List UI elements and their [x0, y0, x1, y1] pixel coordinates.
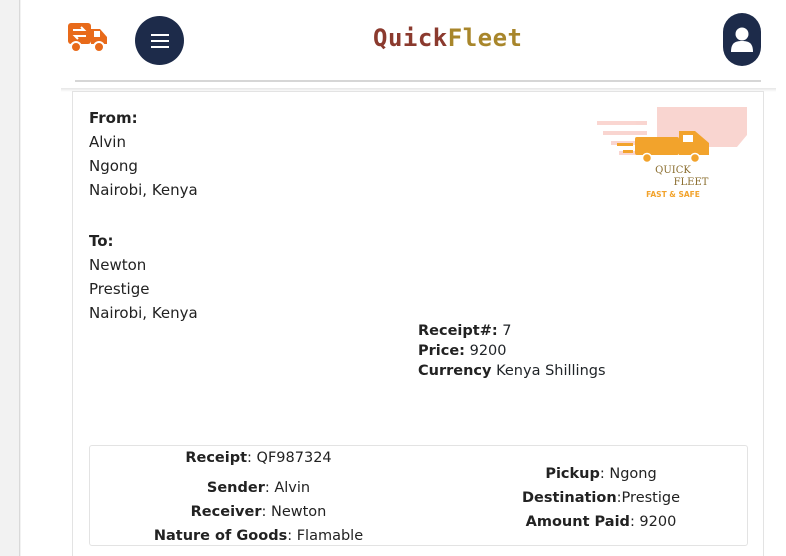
summary-amount-row: Amount Paid: 9200: [490, 510, 712, 534]
summary-pickup-row: Pickup: Ngong: [490, 462, 712, 486]
summary-destination-value: :Prestige: [616, 490, 681, 506]
price-label: Price:: [418, 343, 465, 359]
summary-receiver-value: : Newton: [261, 504, 327, 520]
price-row: Price: 9200: [418, 341, 606, 361]
summary-right-column: Pickup: Ngong Destination:Prestige Amoun…: [490, 462, 712, 534]
quickfleet-watermark-logo: QUICK FLEET FAST & SAFE: [597, 107, 747, 199]
currency-value: Kenya Shillings: [496, 363, 606, 379]
summary-pickup-label: Pickup: [545, 466, 600, 482]
receipt-meta: Receipt#: 7 Price: 9200 Currency Kenya S…: [418, 321, 606, 381]
navbar: QuickFleet: [21, 0, 786, 82]
from-city: Nairobi, Kenya: [89, 181, 198, 199]
watermark-line2: FLEET: [674, 177, 709, 188]
summary-destination-row: Destination:Prestige: [490, 486, 712, 510]
summary-goods-label: Nature of Goods: [153, 528, 288, 544]
user-profile-button[interactable]: [723, 13, 761, 66]
left-rail: [0, 0, 20, 556]
summary-receiver-row: Receiver: Newton: [90, 500, 427, 524]
watermark-line1: QUICK: [655, 165, 691, 176]
receipt-number-label: Receipt#:: [418, 323, 498, 339]
summary-sender-row: Sender: Alvin: [90, 476, 427, 500]
currency-row: Currency Kenya Shillings: [418, 361, 606, 381]
summary-receipt-value: : QF987324: [247, 450, 332, 466]
sender-address-block: From: Alvin Ngong Nairobi, Kenya: [89, 106, 198, 202]
summary-destination-label: Destination: [521, 490, 617, 506]
summary-receiver-label: Receiver: [190, 504, 262, 520]
summary-amount-label: Amount Paid: [525, 514, 630, 530]
summary-goods-row: Nature of Goods: Flamable: [90, 524, 427, 548]
to-city: Nairobi, Kenya: [89, 304, 198, 322]
to-label: To:: [89, 232, 114, 250]
summary-receipt-row: Receipt: QF987324: [90, 446, 427, 470]
hamburger-menu-icon: [150, 33, 169, 48]
recipient-address-block: To: Newton Prestige Nairobi, Kenya: [89, 229, 198, 325]
receipt-number-value: 7: [502, 323, 512, 339]
user-icon: [731, 27, 753, 52]
navbar-divider: [75, 80, 761, 82]
to-name: Newton: [89, 256, 147, 274]
delivery-truck-icon[interactable]: [67, 20, 109, 54]
watermark-tagline: FAST & SAFE: [646, 190, 700, 199]
receipt-card: From: Alvin Ngong Nairobi, Kenya QUICK F…: [72, 91, 764, 556]
summary-sender-value: : Alvin: [264, 480, 311, 496]
from-label: From:: [89, 109, 138, 127]
receipt-number-row: Receipt#: 7: [418, 321, 606, 341]
from-area: Ngong: [89, 157, 138, 175]
summary-sender-label: Sender: [206, 480, 265, 496]
brand-part-quick: Quick: [373, 24, 448, 52]
from-name: Alvin: [89, 133, 126, 151]
summary-amount-value: : 9200: [629, 514, 677, 530]
receipt-summary-box: Receipt: QF987324 Sender: Alvin Receiver…: [89, 445, 748, 546]
app-container: QuickFleet From: Alvin Ngong Nairobi, Ke…: [21, 0, 786, 556]
brand-part-fleet: Fleet: [447, 24, 523, 52]
summary-receipt-label: Receipt: [185, 450, 248, 466]
brand-title[interactable]: QuickFleet: [373, 24, 523, 52]
summary-pickup-value: : Ngong: [599, 466, 657, 482]
to-area: Prestige: [89, 280, 150, 298]
menu-button[interactable]: [135, 16, 184, 65]
price-value: 9200: [469, 343, 507, 359]
summary-goods-value: : Flamable: [287, 528, 364, 544]
summary-left-column: Receipt: QF987324 Sender: Alvin Receiver…: [90, 446, 427, 548]
currency-label: Currency: [418, 363, 492, 379]
